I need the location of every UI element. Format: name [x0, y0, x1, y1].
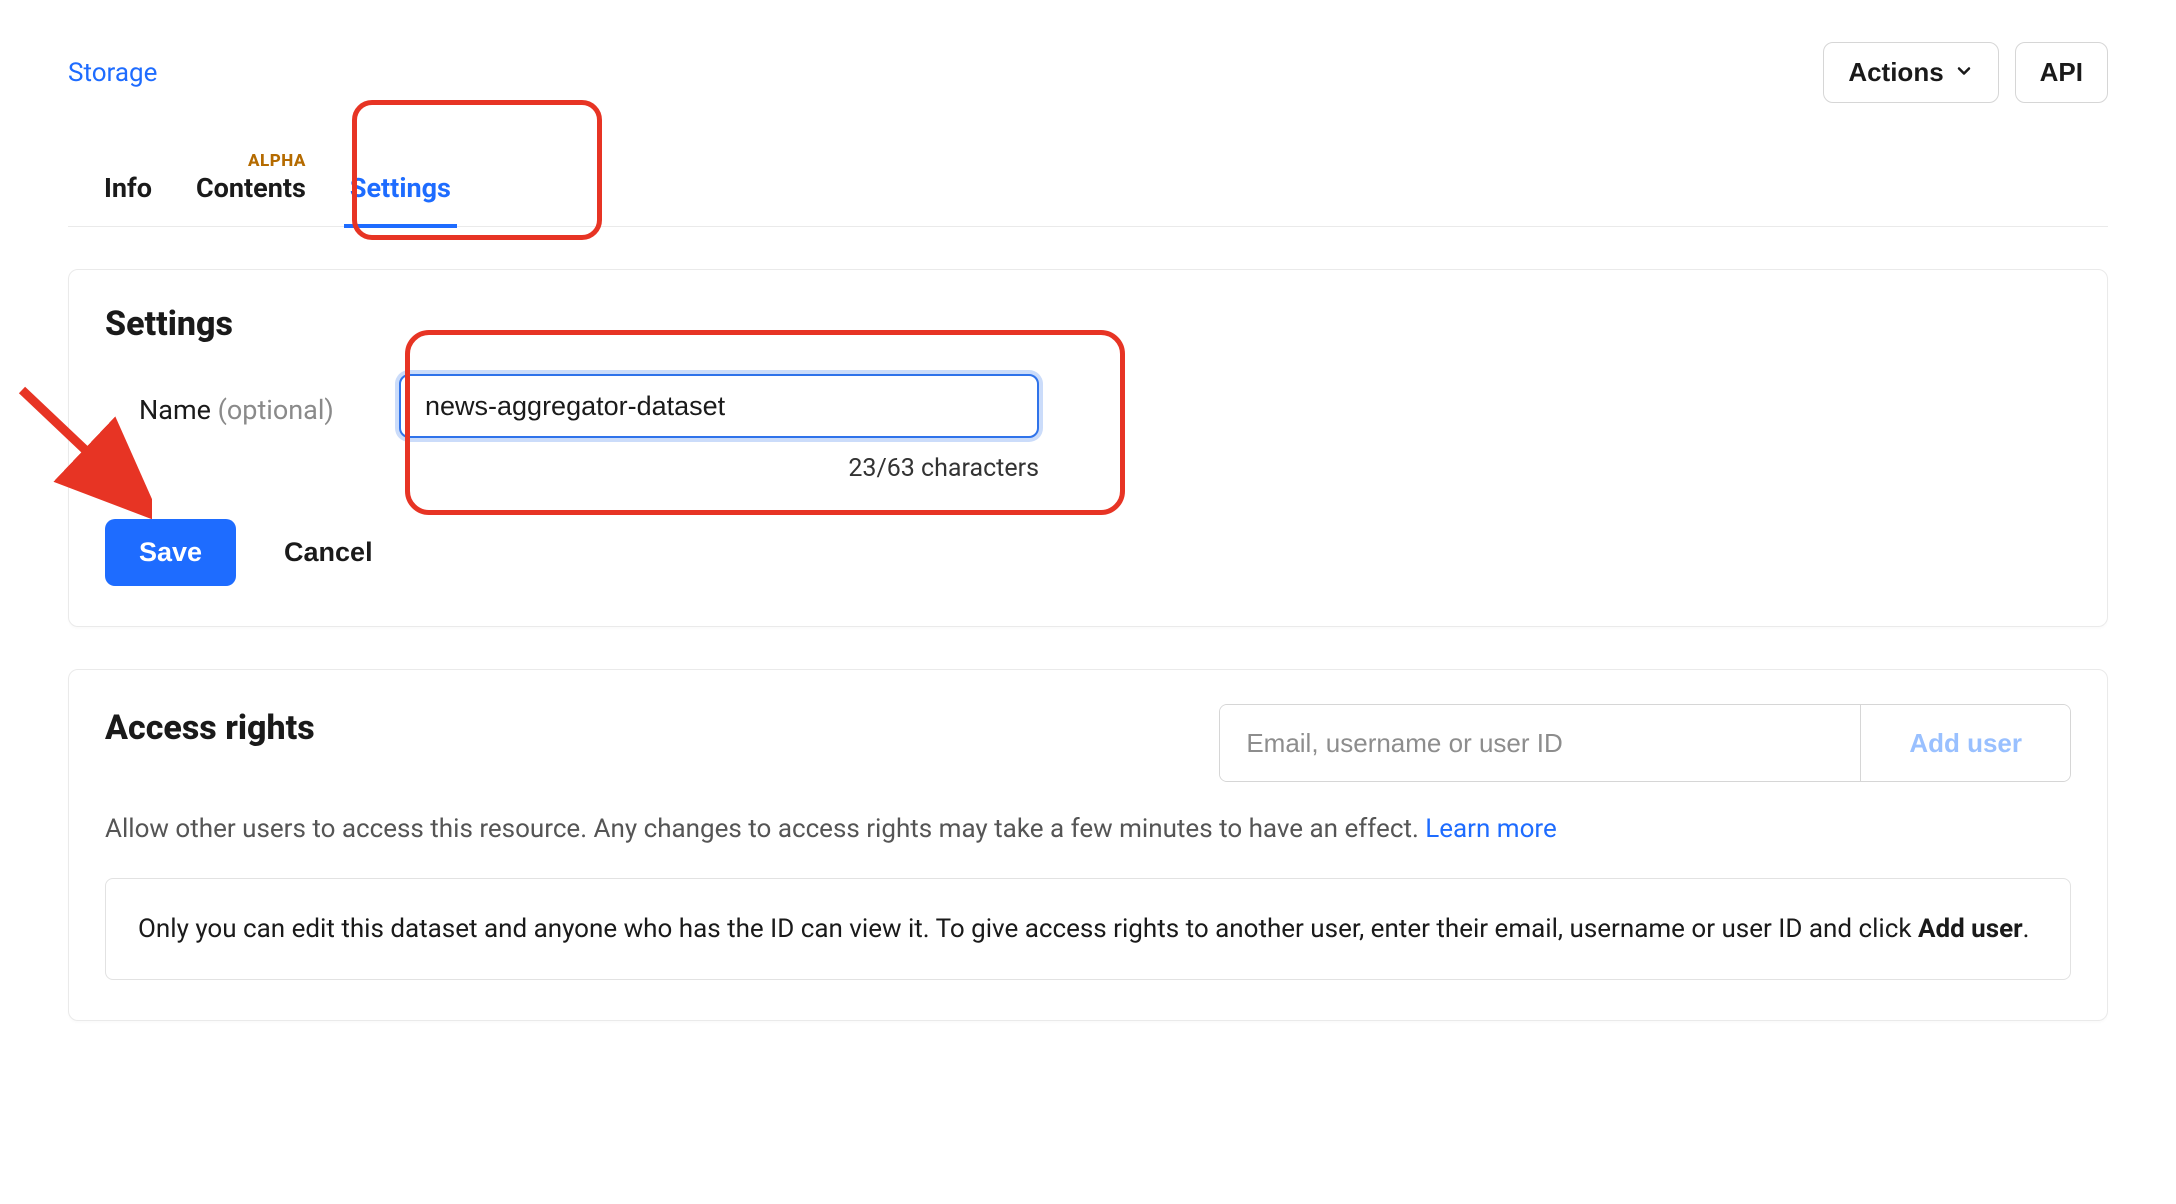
actions-label: Actions — [1848, 57, 1943, 88]
info-bold: Add user — [1918, 914, 2023, 944]
tab-contents-badge: ALPHA — [196, 153, 306, 170]
info-prefix: Only you can edit this dataset and anyon… — [138, 914, 1918, 944]
info-suffix: . — [2023, 914, 2030, 944]
name-label-text: Name — [139, 394, 218, 426]
name-input[interactable] — [399, 374, 1039, 438]
name-row: Name (optional) 23/63 characters — [105, 374, 2071, 483]
chevron-down-icon — [1954, 57, 1974, 88]
learn-more-link[interactable]: Learn more — [1425, 814, 1557, 844]
name-label: Name (optional) — [105, 374, 355, 426]
breadcrumb-storage[interactable]: Storage — [68, 58, 157, 88]
access-description: Allow other users to access this resourc… — [105, 814, 2071, 844]
add-user-button[interactable]: Add user — [1860, 705, 2070, 781]
access-info-box: Only you can edit this dataset and anyon… — [105, 878, 2071, 980]
access-title: Access rights — [105, 708, 315, 748]
access-desc-text: Allow other users to access this resourc… — [105, 814, 1425, 844]
tab-contents[interactable]: ALPHA Contents — [196, 153, 306, 226]
tab-settings-label: Settings — [350, 172, 451, 204]
settings-card: Settings Name (optional) 23/63 character… — [68, 269, 2108, 627]
tabs: . Info ALPHA Contents . Settings — [68, 153, 2108, 227]
user-add-group: Add user — [1219, 704, 2071, 782]
char-count: 23/63 characters — [399, 454, 1039, 483]
tab-contents-label: Contents — [196, 172, 306, 204]
top-actions: Actions API — [1823, 42, 2108, 103]
name-optional: (optional) — [218, 394, 334, 426]
cancel-button[interactable]: Cancel — [284, 537, 373, 568]
save-button[interactable]: Save — [105, 519, 236, 586]
access-rights-card: Access rights Add user Allow other users… — [68, 669, 2108, 1021]
api-button[interactable]: API — [2015, 42, 2108, 103]
user-input[interactable] — [1220, 705, 1860, 781]
tab-info[interactable]: . Info — [104, 153, 152, 226]
tab-info-label: Info — [104, 172, 152, 204]
tab-settings[interactable]: . Settings — [350, 153, 451, 226]
actions-button[interactable]: Actions — [1823, 42, 1998, 103]
settings-title: Settings — [105, 304, 2071, 344]
